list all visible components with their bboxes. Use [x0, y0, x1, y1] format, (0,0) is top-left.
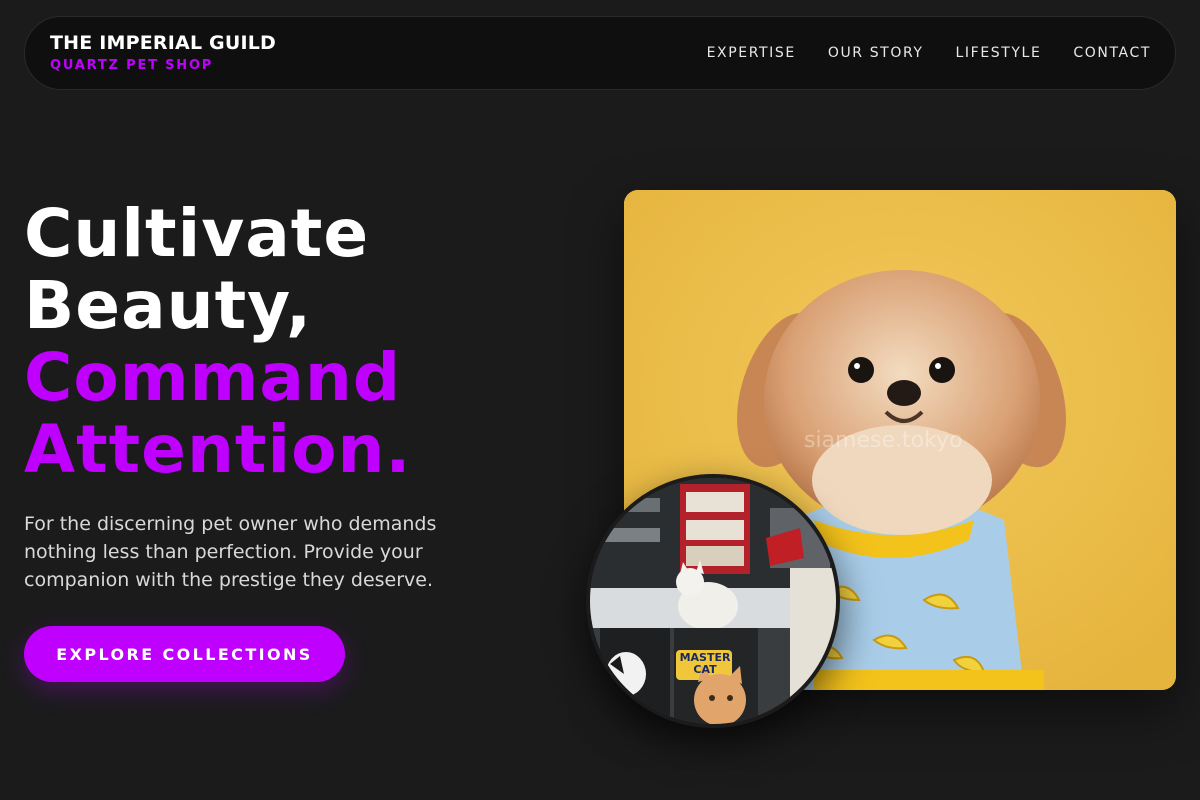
hero-title-line-2: Beauty, — [24, 267, 313, 344]
nav-link-our-story[interactable]: OUR STORY — [828, 45, 924, 61]
nav-link-expertise[interactable]: EXPERTISE — [707, 45, 796, 61]
nav-link-lifestyle[interactable]: LIFESTYLE — [956, 45, 1042, 61]
top-navigation-bar: THE IMPERIAL GUILD QUARTZ PET SHOP EXPER… — [24, 16, 1176, 90]
nav-links: EXPERTISE OUR STORY LIFESTYLE CONTACT — [707, 45, 1151, 61]
hero-title: Cultivate Beauty, Command Attention. — [24, 198, 412, 486]
photo-watermark: siamese.tokyo — [804, 428, 963, 453]
cat-shop-illustration — [590, 478, 836, 724]
brand-subtitle: QUARTZ PET SHOP — [50, 57, 214, 73]
master-cat-sign: MASTER CAT — [679, 651, 731, 676]
brand-logo[interactable]: THE IMPERIAL GUILD QUARTZ PET SHOP — [50, 32, 276, 75]
explore-collections-button[interactable]: EXPLORE COLLECTIONS — [24, 626, 345, 682]
nav-link-contact[interactable]: CONTACT — [1073, 45, 1151, 61]
hero-description: For the discerning pet owner who demands… — [24, 513, 437, 591]
hero-title-line-1: Cultivate — [24, 195, 370, 272]
hero-title-line-4: Attention. — [24, 411, 412, 488]
inset-cat-shop-photo: MASTER CAT — [586, 474, 840, 728]
hero-title-line-3: Command — [24, 339, 402, 416]
brand-title: THE IMPERIAL GUILD — [50, 31, 277, 54]
